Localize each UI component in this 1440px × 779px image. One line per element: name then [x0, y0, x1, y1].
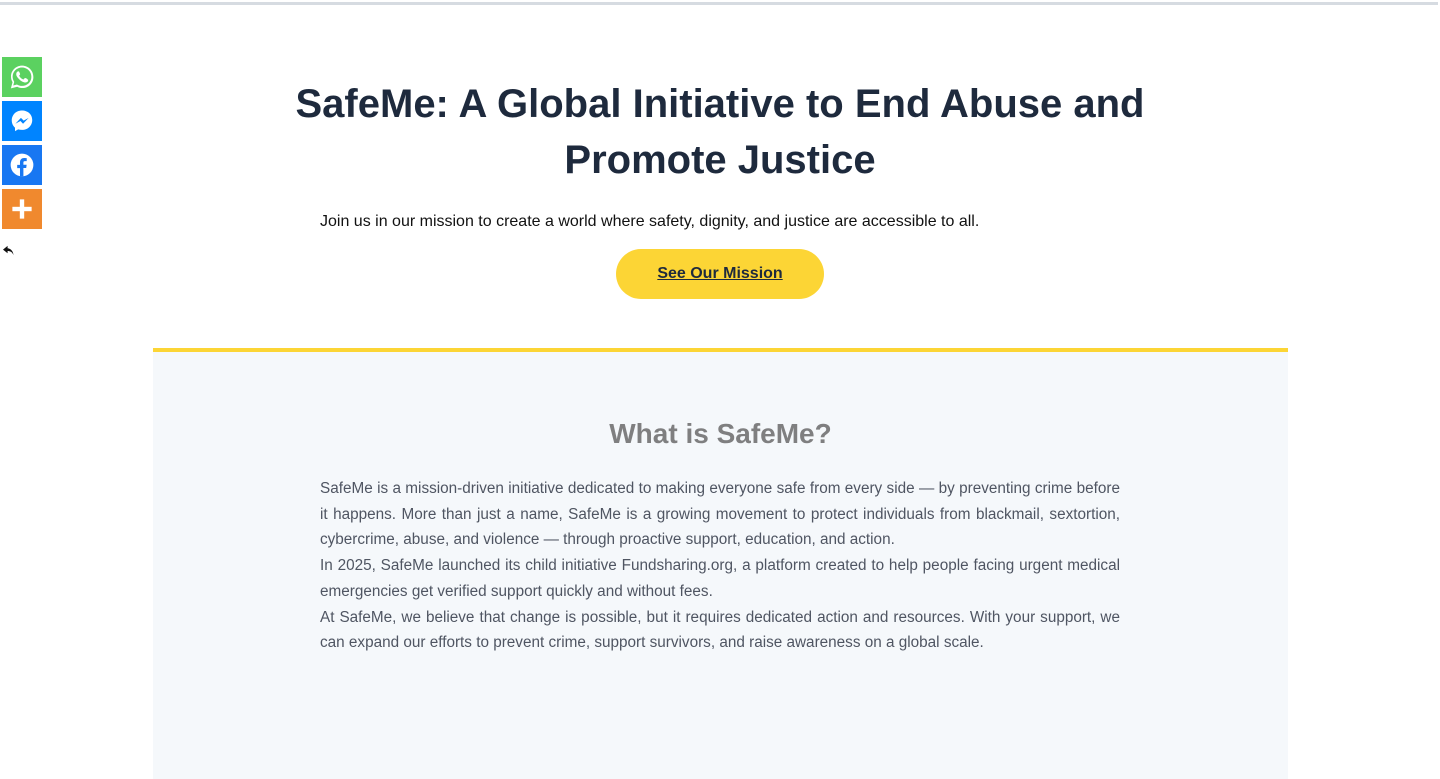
top-divider	[0, 2, 1438, 5]
more-share-button[interactable]	[2, 189, 42, 229]
about-body: SafeMe is a mission-driven initiative de…	[320, 476, 1120, 656]
about-paragraph: In 2025, SafeMe launched its child initi…	[320, 557, 1120, 600]
about-paragraph: SafeMe is a mission-driven initiative de…	[320, 480, 1120, 549]
share-bar	[2, 57, 42, 233]
about-paragraph: At SafeMe, we believe that change is pos…	[320, 608, 1120, 652]
facebook-icon	[10, 153, 34, 177]
messenger-icon	[11, 110, 33, 132]
about-section: What is SafeMe? SafeMe is a mission-driv…	[153, 348, 1288, 779]
whatsapp-icon	[10, 65, 34, 89]
messenger-share-button[interactable]	[2, 101, 42, 141]
back-arrow-icon	[3, 245, 14, 256]
see-our-mission-button[interactable]: See Our Mission	[616, 249, 824, 299]
whatsapp-share-button[interactable]	[2, 57, 42, 97]
hide-share-bar-toggle[interactable]	[3, 243, 15, 256]
about-title: What is SafeMe?	[609, 418, 832, 449]
facebook-share-button[interactable]	[2, 145, 42, 185]
hero-title: SafeMe: A Global Initiative to End Abuse…	[295, 82, 1145, 182]
plus-icon	[12, 199, 32, 219]
hero-subtitle: Join us in our mission to create a world…	[320, 213, 980, 230]
